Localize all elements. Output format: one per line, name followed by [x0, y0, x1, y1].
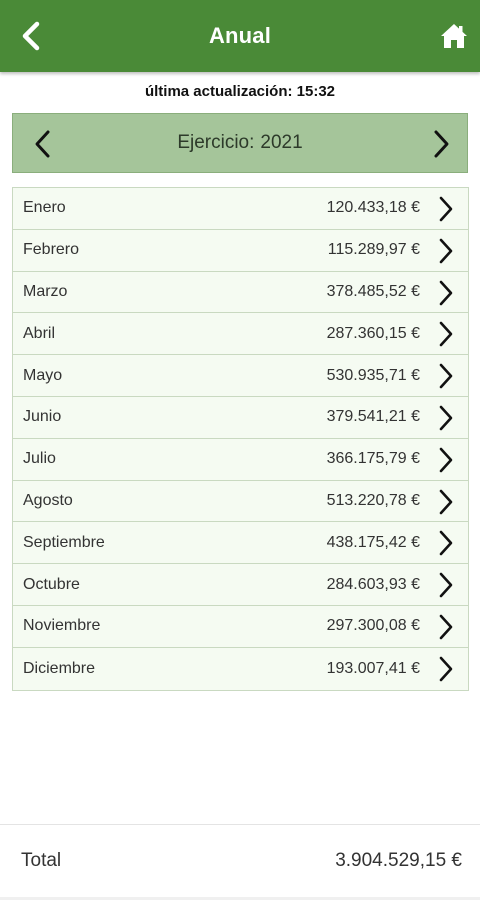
month-amount: 378.485,52 €: [326, 282, 420, 300]
month-amount: 193.007,41 €: [326, 659, 420, 677]
month-amount: 379.541,21 €: [326, 408, 420, 426]
year-value: 2021: [260, 132, 303, 153]
month-amount: 513.220,78 €: [326, 491, 420, 509]
chevron-right-icon: [434, 446, 458, 474]
list-item[interactable]: Diciembre 193.007,41 €: [13, 648, 468, 690]
month-name: Noviembre: [23, 617, 101, 635]
list-item[interactable]: Marzo 378.485,52 €: [13, 272, 468, 314]
chevron-right-icon: [434, 320, 458, 348]
chevron-right-icon: [434, 655, 458, 683]
month-amount: 287.360,15 €: [326, 324, 420, 342]
month-name: Julio: [23, 450, 56, 468]
list-item[interactable]: Febrero 115.289,97 €: [13, 230, 468, 272]
header-bar: Anual: [0, 0, 480, 72]
month-amount: 284.603,93 €: [326, 575, 420, 593]
list-item[interactable]: Noviembre 297.300,08 €: [13, 606, 468, 648]
total-label: Total: [21, 850, 62, 871]
month-name: Junio: [23, 408, 62, 426]
chevron-right-icon: [434, 237, 458, 265]
month-name: Marzo: [23, 282, 68, 300]
month-name: Mayo: [23, 366, 63, 384]
list-item[interactable]: Agosto 513.220,78 €: [13, 481, 468, 523]
list-item[interactable]: Mayo 530.935,71 €: [13, 355, 468, 397]
month-amount: 297.300,08 €: [326, 617, 420, 635]
last-updated-text: última actualización: 15:32: [144, 83, 336, 100]
month-name: Diciembre: [23, 659, 96, 677]
chevron-right-icon: [434, 613, 458, 641]
month-list: Enero 120.433,18 € Febrero 115.289,97 € …: [12, 187, 469, 691]
list-item[interactable]: Junio 379.541,21 €: [13, 397, 468, 439]
month-name: Septiembre: [23, 533, 105, 551]
chevron-right-icon: [434, 195, 458, 223]
month-amount: 115.289,97 €: [327, 241, 420, 259]
total-bar: Total 3.904.529,15 €: [0, 825, 480, 897]
month-name: Abril: [23, 324, 56, 342]
chevron-right-icon: [434, 529, 458, 557]
total-value: 3.904.529,15 €: [335, 850, 462, 871]
month-name: Enero: [23, 199, 66, 217]
list-item[interactable]: Octubre 284.603,93 €: [13, 564, 468, 606]
home-button[interactable]: [438, 20, 470, 52]
month-amount: 438.175,42 €: [326, 533, 420, 551]
chevron-right-icon: [434, 571, 458, 599]
year-label-prefix: Ejercicio:: [177, 132, 255, 153]
list-item[interactable]: Julio 366.175,79 €: [13, 439, 468, 481]
next-year-button[interactable]: [421, 124, 461, 164]
chevron-right-icon: [434, 404, 458, 432]
month-amount: 366.175,79 €: [326, 450, 420, 468]
chevron-right-icon: [434, 362, 458, 390]
app-root: Anual última actualización: 15:32 Ejerci…: [0, 0, 480, 900]
chevron-right-icon: [434, 130, 449, 158]
month-name: Agosto: [23, 491, 73, 509]
chevron-right-icon: [434, 279, 458, 307]
home-icon: [441, 24, 467, 48]
month-amount: 120.433,18 €: [326, 199, 420, 217]
page-title: Anual: [208, 23, 272, 48]
list-item[interactable]: Abril 287.360,15 €: [13, 313, 468, 356]
month-amount: 530.935,71 €: [326, 366, 420, 384]
month-name: Febrero: [23, 241, 80, 259]
list-item[interactable]: Septiembre 438.175,42 €: [13, 522, 468, 565]
month-name: Octubre: [23, 575, 80, 593]
year-label: Ejercicio: 2021: [13, 114, 467, 172]
chevron-right-icon: [434, 488, 458, 516]
list-item[interactable]: Enero 120.433,18 €: [13, 188, 468, 230]
year-selector: Ejercicio: 2021: [12, 113, 468, 173]
